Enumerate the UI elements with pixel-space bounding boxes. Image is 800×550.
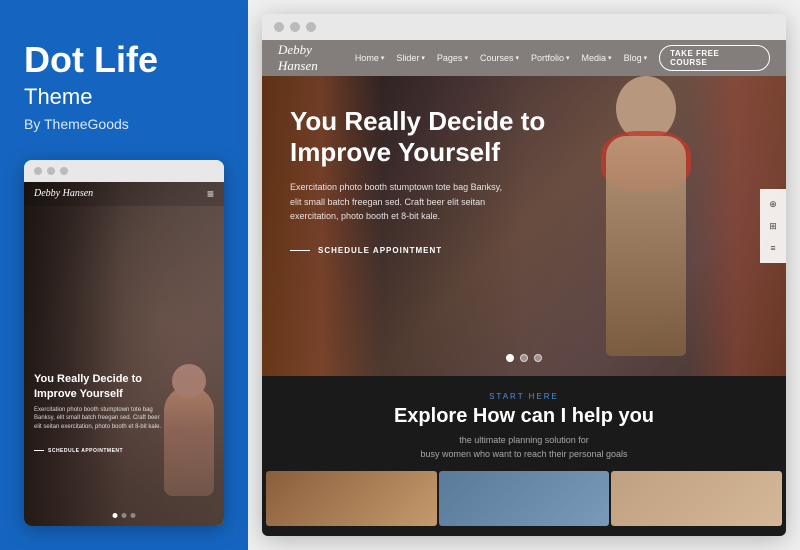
mini-body: Exercitation photo booth stumptown tote … [34, 406, 164, 431]
bottom-img-2 [439, 471, 610, 526]
nav-media[interactable]: Media ▾ [582, 53, 612, 63]
sidebar-search-icon[interactable]: ⊕ [766, 197, 780, 211]
main-browser-content: Debby Hansen Home ▾ Slider ▾ Pages ▾ Cou… [262, 40, 786, 536]
main-browser-bar [262, 14, 786, 40]
dot-yellow [47, 167, 55, 175]
hero-sidebar-icons: ⊕ ⊞ ≡ [760, 189, 786, 263]
mini-browser-bar [24, 160, 224, 182]
nav-slider[interactable]: Slider ▾ [396, 53, 425, 63]
dot-green [60, 167, 68, 175]
main-lower-section: START HERE Explore How can I help you th… [262, 376, 786, 536]
main-dot-3[interactable] [534, 354, 542, 362]
main-hero: ⊕ ⊞ ≡ You Really Decide to Improve Yours… [262, 76, 786, 376]
person-body [606, 136, 686, 356]
mini-logo: Debby Hansen [34, 188, 93, 199]
main-hero-cta-button[interactable]: SCHEDULE APPOINTMENT [290, 246, 442, 255]
mini-hero-text: You Really Decide to Improve Yourself Ex… [34, 372, 164, 456]
main-nav-logo: Debby Hansen [278, 42, 355, 74]
bottom-img-1 [266, 471, 437, 526]
lower-headline: Explore How can I help you [262, 405, 786, 428]
main-dot-green [306, 22, 316, 32]
main-hero-body: Exercitation photo booth stumptown tote … [290, 180, 510, 223]
main-dot-yellow [290, 22, 300, 32]
lower-start: START HERE Explore How can I help you th… [262, 392, 786, 461]
sidebar-list-icon[interactable]: ≡ [766, 241, 780, 255]
nav-courses[interactable]: Courses ▾ [480, 53, 519, 63]
mini-dot-2[interactable] [122, 513, 127, 518]
mini-hamburger-icon[interactable]: ≡ [207, 187, 214, 201]
sidebar-grid-icon[interactable]: ⊞ [766, 219, 780, 233]
nav-blog[interactable]: Blog ▾ [624, 53, 648, 63]
mini-browser-card: Debby Hansen ≡ You Really Decide to Impr… [24, 160, 224, 526]
main-hero-text: You Really Decide to Improve Yourself Ex… [290, 106, 550, 256]
mini-headline: You Really Decide to Improve Yourself [34, 372, 164, 401]
start-here-label: START HERE [262, 392, 786, 401]
hero-person [586, 76, 706, 356]
main-nav: Debby Hansen Home ▾ Slider ▾ Pages ▾ Cou… [262, 40, 786, 76]
main-hero-headline: You Really Decide to Improve Yourself [290, 106, 550, 168]
dot-red [34, 167, 42, 175]
main-dot-2[interactable] [520, 354, 528, 362]
theme-subtitle: Theme [24, 84, 224, 110]
main-slide-dots [506, 354, 542, 362]
left-panel: Dot Life Theme By ThemeGoods Debby Hanse… [0, 0, 248, 550]
mini-hero: Debby Hansen ≡ You Really Decide to Impr… [24, 182, 224, 526]
main-dot-1[interactable] [506, 354, 514, 362]
main-browser: Debby Hansen Home ▾ Slider ▾ Pages ▾ Cou… [262, 14, 786, 536]
theme-title: Dot Life [24, 40, 224, 80]
lower-sub1: the ultimate planning solution for [262, 434, 786, 448]
mini-slide-dots [113, 513, 136, 518]
theme-by: By ThemeGoods [24, 116, 224, 132]
main-dot-red [274, 22, 284, 32]
mini-person-figure [164, 386, 214, 496]
right-panel: Debby Hansen Home ▾ Slider ▾ Pages ▾ Cou… [248, 0, 800, 550]
mini-cta-button[interactable]: SCHEDULE APPOINTMENT [34, 448, 123, 454]
mini-dot-1[interactable] [113, 513, 118, 518]
bottom-image-row [262, 471, 786, 526]
mini-site-header: Debby Hansen ≡ [24, 182, 224, 206]
nav-cta-button[interactable]: TAKE FREE COURSE [659, 45, 770, 71]
nav-portfolio[interactable]: Portfolio ▾ [531, 53, 570, 63]
mini-dot-3[interactable] [131, 513, 136, 518]
nav-pages[interactable]: Pages ▾ [437, 53, 468, 63]
mini-browser-content: Debby Hansen ≡ You Really Decide to Impr… [24, 182, 224, 526]
bottom-img-3 [611, 471, 782, 526]
nav-home[interactable]: Home ▾ [355, 53, 385, 63]
nav-links: Home ▾ Slider ▾ Pages ▾ Courses ▾ Portfo… [355, 45, 770, 71]
lower-sub2: busy women who want to reach their perso… [262, 448, 786, 462]
